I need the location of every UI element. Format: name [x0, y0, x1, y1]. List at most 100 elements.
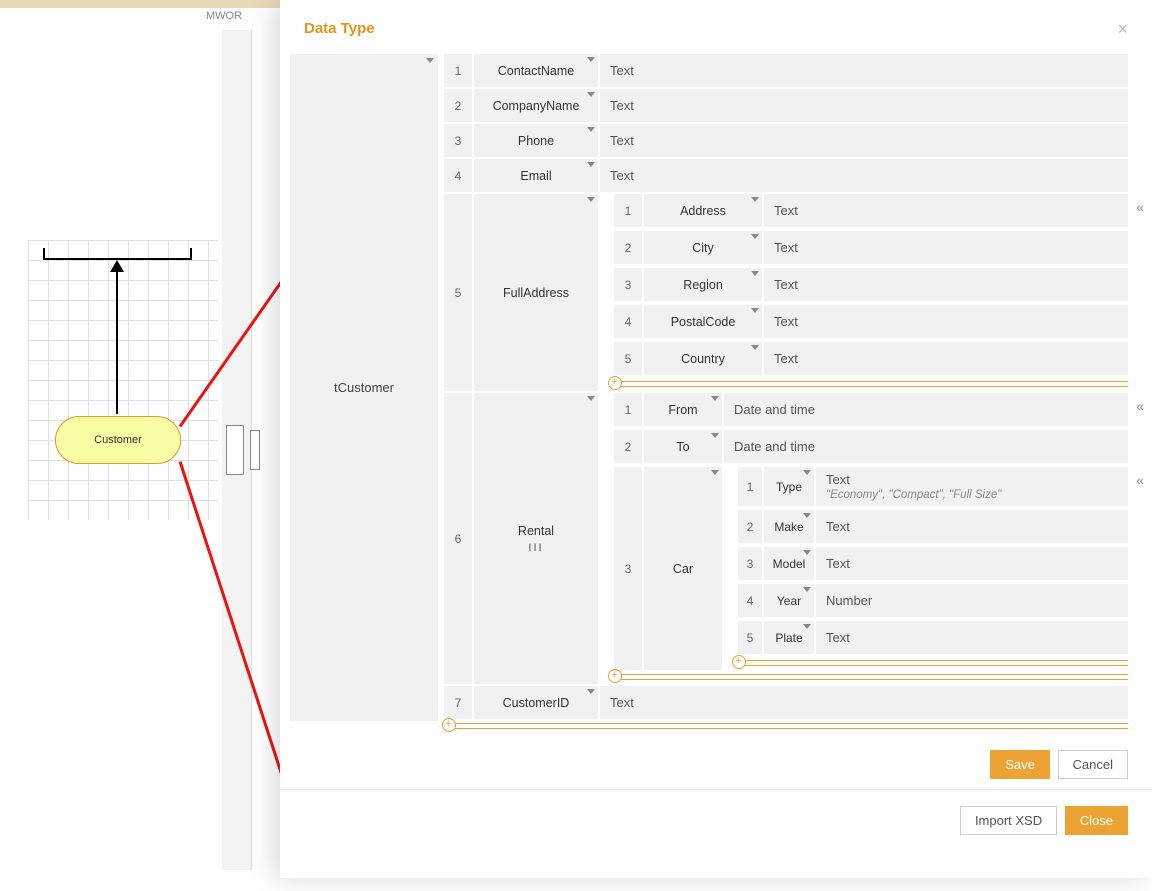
field-row: 7 CustomerID Text	[444, 686, 1128, 719]
dropdown-icon	[711, 433, 719, 438]
modal-title: Data Type	[304, 20, 375, 37]
add-field-button[interactable]	[614, 381, 1128, 387]
import-xsd-button[interactable]: Import XSD	[960, 806, 1057, 835]
field-enum-hint: "Economy", "Compact", "Full Size"	[826, 489, 1001, 501]
collapse-icon[interactable]: «	[1136, 473, 1144, 487]
add-field-button[interactable]	[738, 660, 1128, 666]
field-name-cell[interactable]: Address	[644, 194, 762, 227]
field-name-cell[interactable]: Plate	[764, 621, 814, 654]
field-name-cell[interactable]: CustomerID	[474, 686, 598, 719]
dropdown-icon	[751, 345, 759, 350]
field-type-cell[interactable]: Text	[816, 547, 1128, 580]
save-button[interactable]: Save	[990, 750, 1050, 779]
add-field-button[interactable]	[614, 674, 1128, 680]
field-type-cell[interactable]: Number	[816, 584, 1128, 617]
field-type-cell[interactable]: Text	[600, 159, 1128, 192]
field-index: 3	[614, 268, 642, 301]
subfields: 1 Type Text "Economy", "Compact", "Full …	[724, 467, 1128, 670]
field-type-cell[interactable]: Date and time	[724, 393, 1128, 426]
field-type: Text	[826, 472, 850, 487]
field-name-cell[interactable]: Region	[644, 268, 762, 301]
field-name: Make	[774, 520, 803, 534]
field-name-cell[interactable]: CompanyName	[474, 89, 598, 122]
dropdown-icon	[803, 513, 811, 518]
field-row: 1 ContactName Text	[444, 54, 1128, 87]
field-name-cell[interactable]: ContactName	[474, 54, 598, 87]
field-type-cell[interactable]: Text	[816, 510, 1128, 543]
dropdown-icon	[587, 197, 595, 202]
field-type-cell[interactable]: Text	[600, 124, 1128, 157]
field-name-cell[interactable]: Year	[764, 584, 814, 617]
field-type-cell[interactable]: Text	[764, 268, 1128, 301]
field-type-cell[interactable]: Text	[600, 54, 1128, 87]
field-name-cell[interactable]: PostalCode	[644, 305, 762, 338]
modal-header: Data Type ×	[280, 0, 1152, 54]
field-index: 3	[444, 124, 472, 157]
field-type-cell[interactable]: Text	[764, 342, 1128, 375]
root-type-cell[interactable]: tCustomer	[290, 54, 438, 721]
field-type-cell[interactable]: Date and time	[724, 430, 1128, 463]
field-name: City	[692, 241, 714, 255]
modal-body: tCustomer 1 ContactName Text 2 CompanyNa…	[280, 54, 1152, 734]
field-row: 5 Country Text	[614, 342, 1128, 375]
dropdown-icon	[751, 197, 759, 202]
field-name-cell[interactable]: To	[644, 430, 722, 463]
field-type: Text	[610, 63, 634, 78]
field-type-cell[interactable]: Text "Economy", "Compact", "Full Size"	[816, 467, 1128, 506]
field-row: 2 CompanyName Text	[444, 89, 1128, 122]
field-type-cell[interactable]: Text	[764, 194, 1128, 227]
field-type: Text	[610, 695, 634, 710]
field-index: 2	[738, 510, 762, 543]
field-name-cell[interactable]: Email	[474, 159, 598, 192]
field-type-cell[interactable]: Text	[600, 686, 1128, 719]
diagram-node-customer[interactable]: Customer	[55, 416, 181, 464]
field-type: Date and time	[734, 439, 815, 454]
dropdown-icon	[587, 396, 595, 401]
field-index: 1	[738, 467, 762, 506]
dropdown-icon	[751, 308, 759, 313]
field-name-cell[interactable]: City	[644, 231, 762, 264]
field-name-cell[interactable]: Type	[764, 467, 814, 506]
field-name: Country	[681, 352, 725, 366]
field-index: 2	[614, 231, 642, 264]
field-type-cell[interactable]: Text	[600, 89, 1128, 122]
collapse-icon[interactable]: «	[1136, 200, 1144, 214]
field-name-cell[interactable]: Model	[764, 547, 814, 580]
field-name: Plate	[775, 631, 802, 645]
field-name-cell[interactable]: Rental III	[474, 393, 598, 684]
field-type: Text	[774, 203, 798, 218]
field-type: Number	[826, 593, 872, 608]
field-name: Model	[773, 557, 806, 571]
close-icon[interactable]: ×	[1117, 20, 1128, 38]
field-index: 4	[738, 584, 762, 617]
add-field-button[interactable]	[448, 723, 1128, 729]
field-type-cell[interactable]: Text	[764, 305, 1128, 338]
field-name-cell[interactable]: FullAddress	[474, 194, 598, 391]
field-type-cell[interactable]: Text	[764, 231, 1128, 264]
field-index: 7	[444, 686, 472, 719]
dropdown-icon	[803, 587, 811, 592]
field-name-cell[interactable]: Car	[644, 467, 722, 670]
field-name-cell[interactable]: Make	[764, 510, 814, 543]
bg-tab-label: MWOR	[200, 8, 280, 28]
field-name-cell[interactable]: Phone	[474, 124, 598, 157]
dropdown-icon	[426, 58, 434, 63]
field-row: 1 Type Text "Economy", "Compact", "Full …	[738, 467, 1128, 506]
collapse-icon[interactable]: «	[1136, 399, 1144, 413]
field-name: Address	[680, 204, 726, 218]
field-name-cell[interactable]: Country	[644, 342, 762, 375]
dropdown-icon	[751, 271, 759, 276]
cancel-button[interactable]: Cancel	[1058, 750, 1128, 779]
field-name: Region	[683, 278, 723, 292]
diagram-arrow-line	[116, 262, 118, 414]
field-row: 2 To Date and time	[614, 430, 1128, 463]
close-button[interactable]: Close	[1065, 806, 1128, 835]
field-type: Text	[610, 98, 634, 113]
diagram-grid	[28, 240, 218, 520]
field-name-cell[interactable]: From	[644, 393, 722, 426]
field-index: 4	[614, 305, 642, 338]
field-type-cell[interactable]: Text	[816, 621, 1128, 654]
type-root: tCustomer 1 ContactName Text 2 CompanyNa…	[290, 54, 1128, 721]
field-index: 5	[738, 621, 762, 654]
modal-footer: Import XSD Close	[280, 789, 1152, 851]
